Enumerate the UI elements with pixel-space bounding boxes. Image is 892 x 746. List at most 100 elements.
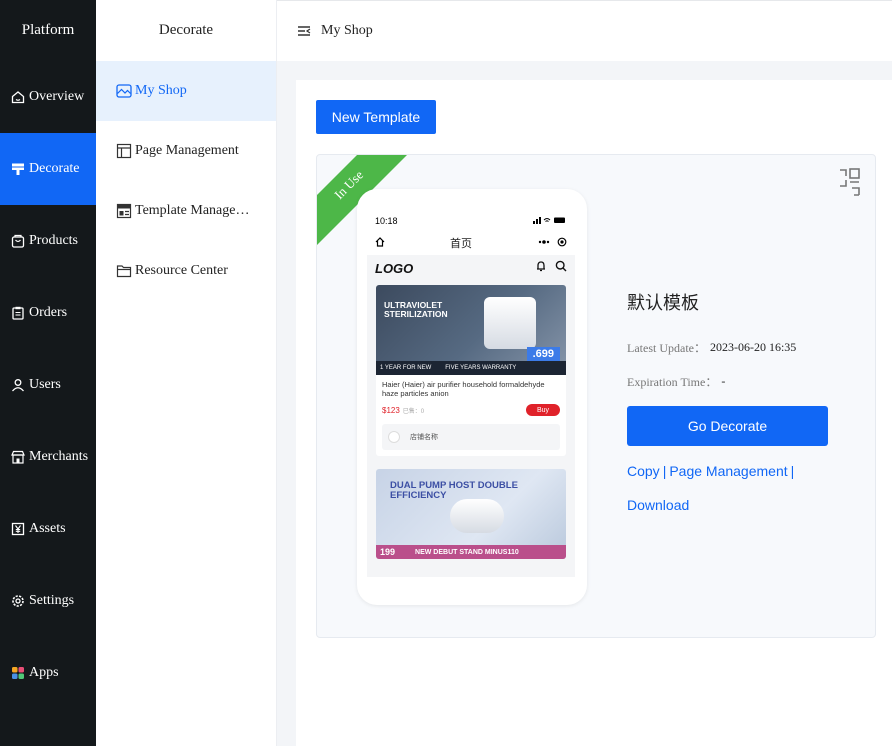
product-image-title: DUAL PUMP HOST DOUBLE EFFICIENCY	[390, 480, 518, 501]
sold-count: 已售：0	[402, 408, 425, 415]
preview-screen: 10:18 首页 LOGO ULTRAVIOLET STERILIZATION …	[367, 211, 575, 577]
phone-preview: 10:18 首页 LOGO ULTRAVIOLET STERILIZATION …	[357, 189, 587, 605]
band-left-text: 1 YEAR FOR NEW	[380, 365, 432, 371]
pump-device-image	[450, 499, 504, 533]
expiration-row: Expiration Time： -	[627, 371, 847, 391]
search-icon	[555, 259, 567, 277]
product-image-price: .699	[526, 347, 560, 361]
nav-item-assets[interactable]: Assets	[0, 493, 96, 565]
brand-logo: Platform	[21, 22, 75, 38]
preview-product-card: DUAL PUMP HOST DOUBLE EFFICIENCY 199 NEW…	[376, 469, 566, 559]
expiration-label: Expiration Time：	[627, 374, 718, 389]
nav-item-settings[interactable]: Settings	[0, 565, 96, 637]
home-icon	[11, 90, 25, 104]
layout-icon	[116, 143, 132, 159]
latest-update-value: 2023-06-20 16:35	[709, 339, 797, 354]
nav-label: Apps	[29, 665, 59, 680]
sub-item-label: Page Management	[135, 143, 239, 158]
nav-label: Users	[29, 377, 61, 392]
shop-logo: LOGO	[375, 260, 414, 276]
copy-link[interactable]: Copy	[627, 463, 660, 479]
price-value: $123	[382, 405, 400, 415]
shop-row: 店铺名称	[382, 424, 560, 450]
nav-item-users[interactable]: Users	[0, 349, 96, 421]
qr-code-icon[interactable]	[839, 167, 861, 199]
product-name: Haier (Haier) air purifier household for…	[382, 380, 545, 398]
nav-item-apps[interactable]: Apps	[0, 637, 96, 709]
shop-name: 店铺名称	[410, 434, 438, 441]
sub-item-label: Template Manage…	[135, 203, 250, 218]
gear-icon	[11, 594, 25, 608]
band-left-text: 199	[380, 547, 396, 557]
bell-icon	[535, 259, 547, 277]
nav-label: Merchants	[29, 449, 89, 464]
clipboard-icon	[11, 306, 25, 320]
preview-navbar: 首页	[367, 231, 575, 255]
shop-image-icon	[116, 83, 132, 99]
template-name: 默认模板	[627, 293, 699, 314]
template-icon	[116, 203, 132, 219]
subnav-title: Decorate	[158, 22, 214, 38]
band-right-text: NEW DEBUT STAND MINUS110	[415, 548, 519, 556]
preview-shop-header: LOGO	[367, 255, 575, 281]
page-header: My Shop	[277, 0, 892, 61]
secondary-sidebar: Decorate My Shop Page Management Templat…	[96, 0, 277, 746]
nav-item-orders[interactable]: Orders	[0, 277, 96, 349]
home-icon	[375, 236, 385, 250]
decorate-icon	[11, 162, 25, 176]
nav-label: Orders	[29, 305, 68, 320]
product-price-row: $123 已售：0 Buy	[376, 401, 566, 419]
template-card: In Use 10:18 首页 LOGO ULTRAVIOLET STERILI…	[316, 154, 876, 638]
status-time: 10:18	[375, 216, 398, 226]
content-panel: New Template In Use 10:18 首页 LOGO ULTRAV…	[296, 80, 892, 746]
expiration-value: -	[721, 373, 726, 388]
new-template-button[interactable]: New Template	[316, 100, 436, 134]
nav-item-overview[interactable]: Overview	[0, 61, 96, 133]
latest-update-row: Latest Update： 2023-06-20 16:35	[627, 337, 847, 357]
sub-item-resource-center[interactable]: Resource Center	[96, 241, 276, 301]
menu-collapse-icon[interactable]	[297, 24, 311, 38]
bag-icon	[11, 234, 25, 248]
buy-button: Buy	[526, 404, 560, 416]
link-separator: |	[790, 463, 795, 479]
main-sidebar: Platform Overview Decorate Products Orde…	[0, 0, 96, 746]
product-image-title: ULTRAVIOLET STERILIZATION	[384, 300, 448, 319]
store-icon	[11, 450, 25, 464]
preview-header-icons	[535, 259, 567, 277]
main-area: New Template In Use 10:18 首页 LOGO ULTRAV…	[277, 61, 892, 746]
nav-label: Settings	[29, 593, 75, 608]
shop-avatar	[388, 431, 400, 443]
preview-page-title: 首页	[450, 238, 472, 250]
nav-item-products[interactable]: Products	[0, 205, 96, 277]
folder-icon	[116, 263, 132, 279]
nav-item-merchants[interactable]: Merchants	[0, 421, 96, 493]
capsule-menu-icon	[537, 237, 567, 250]
purifier-image	[484, 297, 536, 349]
product-price: $123 已售：0	[382, 406, 424, 415]
apps-grid-icon	[11, 666, 25, 680]
go-decorate-button[interactable]: Go Decorate	[627, 406, 828, 446]
signal-battery-icon	[533, 216, 567, 226]
product-image: ULTRAVIOLET STERILIZATION .699 1 YEAR FO…	[376, 285, 566, 375]
template-info: 默认模板 Latest Update： 2023-06-20 16:35 Exp…	[627, 289, 847, 522]
product-image-band: 1 YEAR FOR NEW FIVE YEARS WARRANTY	[376, 361, 566, 375]
sub-item-page-management[interactable]: Page Management	[96, 121, 276, 181]
latest-update-label: Latest Update：	[627, 340, 706, 355]
sub-item-label: Resource Center	[135, 263, 228, 278]
sub-item-my-shop[interactable]: My Shop	[96, 61, 276, 121]
nav-label: Decorate	[29, 161, 80, 176]
download-link[interactable]: Download	[627, 497, 689, 513]
band-right-text: FIVE YEARS WARRANTY	[445, 365, 517, 371]
page-management-link[interactable]: Page Management	[669, 463, 787, 479]
link-separator: |	[662, 463, 667, 479]
yen-icon	[11, 522, 25, 536]
product-image-band: 199 NEW DEBUT STAND MINUS110	[376, 545, 566, 559]
nav-item-decorate[interactable]: Decorate	[0, 133, 96, 205]
nav-label: Assets	[29, 521, 66, 536]
user-icon	[11, 378, 25, 392]
sub-item-label: My Shop	[135, 83, 187, 98]
nav-label: Products	[29, 233, 78, 248]
preview-statusbar: 10:18	[367, 211, 575, 231]
sub-item-template-management[interactable]: Template Manage…	[96, 181, 276, 241]
page-title: My Shop	[321, 23, 373, 38]
